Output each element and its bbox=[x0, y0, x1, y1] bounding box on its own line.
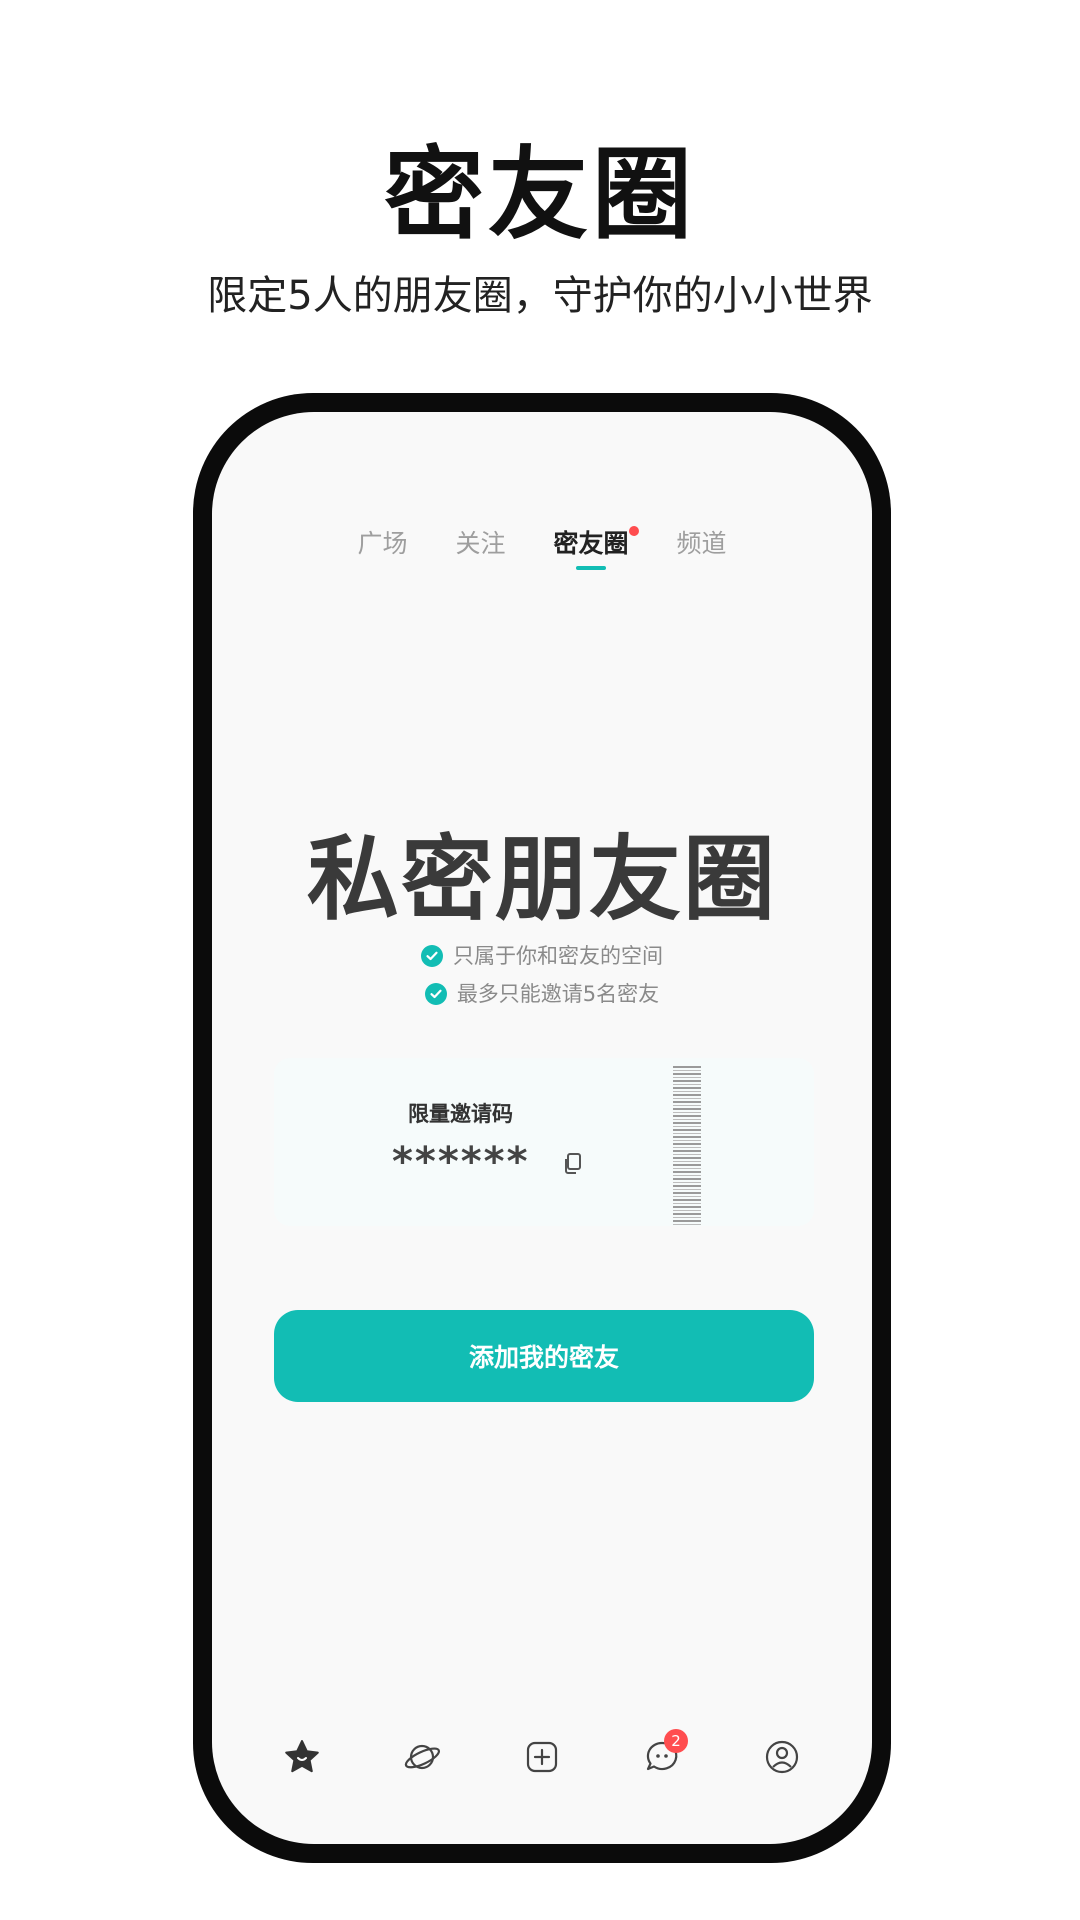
nav-profile[interactable] bbox=[752, 1729, 812, 1789]
promo-subtitle: 限定5人的朋友圈，守护你的小小世界 bbox=[207, 273, 873, 319]
phone-frame: 广场 关注 密友圈 频道 私密朋友圈 只属于你和密友的空间 最多只能邀请5名密友… bbox=[193, 393, 891, 1863]
profile-icon bbox=[762, 1737, 802, 1781]
promo-page: 密友圈 限定5人的朋友圈，守护你的小小世界 广场 关注 密友圈 频道 私密朋友圈… bbox=[0, 0, 1080, 1920]
invite-code-value: ****** bbox=[392, 1139, 530, 1185]
tab-label: 频道 bbox=[676, 529, 727, 558]
tab-close-friends[interactable]: 密友圈 bbox=[553, 524, 639, 574]
invite-code-label: 限量邀请码 bbox=[408, 1102, 513, 1126]
active-tab-indicator bbox=[576, 566, 606, 570]
tab-channel[interactable]: 频道 bbox=[677, 524, 727, 574]
notification-dot bbox=[628, 526, 639, 536]
copy-icon[interactable] bbox=[560, 1150, 586, 1176]
star-home-icon bbox=[282, 1737, 322, 1781]
tab-label: 广场 bbox=[357, 529, 408, 558]
barcode-graphic bbox=[673, 1066, 701, 1226]
promo-title: 密友圈 bbox=[384, 136, 696, 253]
tab-following[interactable]: 关注 bbox=[455, 524, 505, 574]
tab-label: 密友圈 bbox=[553, 529, 629, 558]
bottom-nav: 2 bbox=[212, 1714, 872, 1804]
tab-label: 关注 bbox=[455, 529, 506, 558]
hero-title: 私密朋友圈 bbox=[306, 826, 777, 933]
tab-square[interactable]: 广场 bbox=[357, 524, 407, 574]
invite-code-card: 限量邀请码 ****** bbox=[274, 1058, 814, 1226]
feature-item: 最多只能邀请5名密友 bbox=[424, 980, 660, 1008]
check-circle-icon bbox=[421, 945, 443, 967]
nav-messages[interactable]: 2 bbox=[632, 1729, 692, 1789]
planet-icon bbox=[402, 1737, 442, 1781]
unread-badge: 2 bbox=[664, 1729, 688, 1753]
nav-create[interactable] bbox=[512, 1729, 572, 1789]
feature-item: 只属于你和密友的空间 bbox=[421, 942, 663, 970]
feature-list: 只属于你和密友的空间 最多只能邀请5名密友 bbox=[212, 942, 872, 1008]
feature-text: 只属于你和密友的空间 bbox=[453, 944, 663, 968]
nav-home[interactable] bbox=[272, 1729, 332, 1789]
phone-screen: 广场 关注 密友圈 频道 私密朋友圈 只属于你和密友的空间 最多只能邀请5名密友… bbox=[212, 412, 872, 1844]
feature-text: 最多只能邀请5名密友 bbox=[456, 982, 660, 1006]
nav-discover[interactable] bbox=[392, 1729, 452, 1789]
check-circle-icon bbox=[424, 983, 447, 1005]
top-tab-bar: 广场 关注 密友圈 频道 bbox=[212, 524, 872, 574]
add-close-friend-button[interactable]: 添加我的密友 bbox=[274, 1310, 814, 1402]
plus-square-icon bbox=[522, 1737, 562, 1781]
